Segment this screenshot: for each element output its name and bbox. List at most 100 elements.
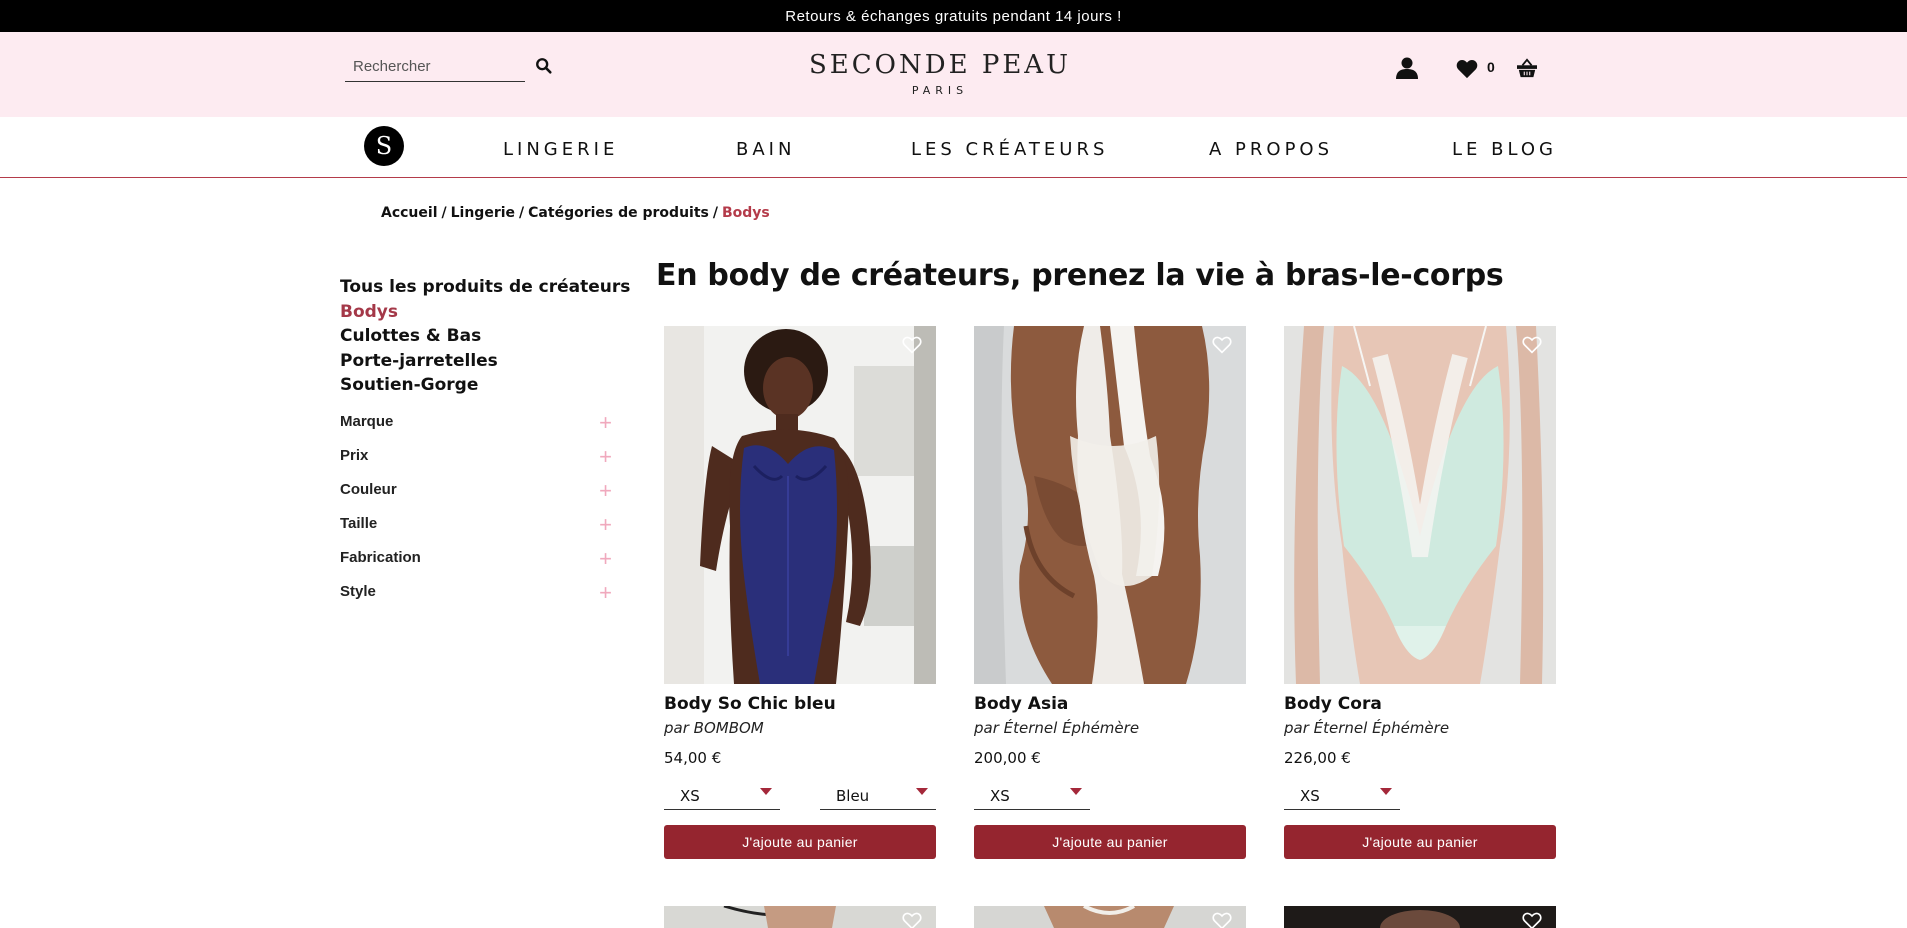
- main-nav: S LINGERIE BAIN LES CRÉATEURS A PROPOS L…: [0, 117, 1907, 178]
- product-image[interactable]: [1284, 326, 1556, 684]
- product-photo: [974, 326, 1246, 684]
- nav-logo-letter: S: [375, 132, 393, 160]
- add-to-cart-button[interactable]: J'ajoute au panier: [974, 825, 1246, 859]
- product-brand: par Éternel Éphémère: [1284, 719, 1450, 737]
- add-to-cart-button[interactable]: J'ajoute au panier: [1284, 825, 1556, 859]
- product-price: 226,00 €: [1284, 749, 1351, 767]
- breadcrumb: Accueil / Lingerie / Catégories de produits /…: [381, 205, 770, 221]
- nav-item-a-propos[interactable]: A PROPOS: [1209, 139, 1333, 160]
- caret-down-icon: [1070, 788, 1082, 795]
- product-brand: par Éternel Éphémère: [974, 719, 1140, 737]
- search-icon[interactable]: [535, 57, 553, 75]
- breadcrumb-separator: /: [441, 205, 447, 221]
- size-select[interactable]: XS: [1284, 780, 1400, 810]
- caret-down-icon: [1380, 788, 1392, 795]
- wishlist-heart-icon[interactable]: [902, 336, 922, 354]
- size-value: XS: [680, 787, 700, 805]
- category-porte-jarretelles[interactable]: Porte-jarretelles: [340, 349, 630, 374]
- category-bodys[interactable]: Bodys: [340, 300, 630, 325]
- caret-down-icon: [916, 788, 928, 795]
- breadcrumb-separator: /: [712, 205, 718, 221]
- wishlist-heart-icon[interactable]: [1212, 912, 1232, 928]
- product-price: 200,00 €: [974, 749, 1041, 767]
- breadcrumb-separator: /: [519, 205, 525, 221]
- logo-subtitle: PARIS: [911, 84, 969, 97]
- nav-item-bain[interactable]: BAIN: [736, 139, 795, 160]
- product-photo: [974, 906, 1246, 928]
- site-logo[interactable]: SECONDE PEAU PARIS: [800, 50, 1080, 97]
- nav-item-lingerie[interactable]: LINGERIE: [503, 139, 618, 160]
- account-icon[interactable]: [1395, 56, 1419, 80]
- size-value: XS: [1300, 787, 1320, 805]
- wishlist-heart-icon[interactable]: [1522, 912, 1542, 928]
- wishlist-heart-icon[interactable]: [1212, 336, 1232, 354]
- filter-label: Taille: [340, 515, 378, 532]
- wishlist-heart-icon[interactable]: [1522, 336, 1542, 354]
- filter-label: Fabrication: [340, 549, 421, 566]
- product-photo: [1284, 326, 1556, 684]
- product-image[interactable]: [664, 326, 936, 684]
- product-image[interactable]: [974, 326, 1246, 684]
- add-to-cart-button[interactable]: J'ajoute au panier: [664, 825, 936, 859]
- filter-marque[interactable]: Marque +: [340, 410, 612, 447]
- breadcrumb-link-lingerie[interactable]: Lingerie: [451, 205, 515, 221]
- wishlist-heart-icon[interactable]: [902, 912, 922, 928]
- filter-prix[interactable]: Prix +: [340, 444, 612, 481]
- site-header: SECONDE PEAU PARIS 0: [0, 32, 1907, 117]
- nav-item-blog[interactable]: LE BLOG: [1452, 139, 1557, 160]
- nav-item-createurs[interactable]: LES CRÉATEURS: [911, 139, 1108, 160]
- filter-label: Prix: [340, 447, 369, 464]
- size-value: XS: [990, 787, 1010, 805]
- color-value: Bleu: [836, 787, 870, 805]
- nav-logo[interactable]: S: [364, 126, 404, 166]
- product-card: Body So Chic bleu par BOMBOM 54,00 € XS …: [664, 326, 936, 859]
- expand-plus-icon[interactable]: +: [599, 478, 612, 504]
- filter-style[interactable]: Style +: [340, 580, 612, 617]
- expand-plus-icon[interactable]: +: [599, 580, 612, 606]
- product-card: Body Cora par Éternel Éphémère 226,00 € …: [1284, 326, 1556, 859]
- product-name[interactable]: Body So Chic bleu: [664, 694, 836, 714]
- size-select[interactable]: XS: [664, 780, 780, 810]
- expand-plus-icon[interactable]: +: [599, 546, 612, 572]
- expand-plus-icon[interactable]: +: [599, 512, 612, 538]
- category-list: Tous les produits de créateurs Bodys Cul…: [340, 275, 630, 398]
- filter-label: Marque: [340, 413, 394, 430]
- category-culottes[interactable]: Culottes & Bas: [340, 324, 630, 349]
- product-brand: par BOMBOM: [664, 719, 764, 737]
- promo-text: Retours & échanges gratuits pendant 14 j…: [785, 7, 1122, 25]
- product-card: Body Asia par Éternel Éphémère 200,00 € …: [974, 326, 1246, 859]
- search-input[interactable]: [345, 52, 515, 80]
- filter-label: Style: [340, 583, 376, 600]
- expand-plus-icon[interactable]: +: [599, 444, 612, 470]
- wishlist-count: 0: [1487, 59, 1495, 75]
- product-price: 54,00 €: [664, 749, 722, 767]
- breadcrumb-link-categories[interactable]: Catégories de produits: [528, 205, 709, 221]
- filter-taille[interactable]: Taille +: [340, 512, 612, 549]
- filter-list: Marque + Prix + Couleur + Taille + Fabricati…: [340, 410, 612, 617]
- product-photo: [664, 906, 936, 928]
- logo-title: SECONDE PEAU: [808, 50, 1071, 80]
- product-photo: [664, 326, 936, 684]
- filter-fabrication[interactable]: Fabrication +: [340, 546, 612, 583]
- product-image[interactable]: [1284, 906, 1556, 928]
- color-select[interactable]: Bleu: [820, 780, 936, 810]
- caret-down-icon: [760, 788, 772, 795]
- category-all[interactable]: Tous les produits de créateurs: [340, 275, 630, 300]
- product-image[interactable]: [664, 906, 936, 928]
- product-name[interactable]: Body Asia: [974, 694, 1068, 714]
- filter-couleur[interactable]: Couleur +: [340, 478, 612, 515]
- product-name[interactable]: Body Cora: [1284, 694, 1382, 714]
- breadcrumb-current: Bodys: [721, 205, 770, 221]
- product-photo: [1284, 906, 1556, 928]
- page-title: En body de créateurs, prenez la vie à br…: [656, 258, 1504, 293]
- basket-icon[interactable]: [1516, 58, 1538, 78]
- search-bar: [345, 52, 525, 82]
- breadcrumb-link-accueil[interactable]: Accueil: [381, 205, 438, 221]
- expand-plus-icon[interactable]: +: [599, 410, 612, 436]
- size-select[interactable]: XS: [974, 780, 1090, 810]
- promo-banner: Retours & échanges gratuits pendant 14 j…: [0, 0, 1907, 32]
- filter-label: Couleur: [340, 481, 397, 498]
- heart-icon[interactable]: [1456, 59, 1478, 79]
- product-image[interactable]: [974, 906, 1246, 928]
- category-soutien-gorge[interactable]: Soutien-Gorge: [340, 373, 630, 398]
